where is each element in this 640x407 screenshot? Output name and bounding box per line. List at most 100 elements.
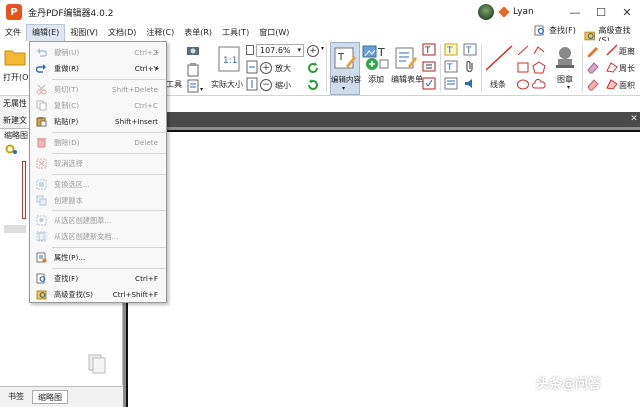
app-logo-icon: P [6, 4, 22, 20]
actual-size-label[interactable]: 实际大小 [211, 79, 243, 90]
menu-item-label: 重做(R) [54, 63, 79, 73]
line-icon[interactable] [484, 44, 514, 72]
menu-item-paste[interactable]: 粘贴(P) Shift+Insert [30, 114, 166, 129]
copy-icon [36, 100, 47, 111]
stamp-dropdown-arrow[interactable]: ▾ [567, 84, 570, 91]
attach-file-icon[interactable] [463, 60, 477, 73]
menu-item-create-stamp[interactable]: 从选区创建图章... [30, 213, 166, 228]
cloud-icon[interactable] [532, 78, 546, 91]
page-thumbnail[interactable] [22, 161, 26, 219]
menu-window[interactable]: 窗口(W) [254, 24, 294, 41]
clipboard-tool-icon[interactable] [186, 63, 200, 77]
tools-partial-label[interactable]: 工具 [166, 79, 182, 90]
menu-edit[interactable]: 编辑(E) [26, 24, 66, 41]
menu-item-shortcut: Ctrl+C [134, 101, 158, 110]
menu-item-shortcut: Ctrl+F [135, 274, 158, 283]
maximize-button[interactable]: ☐ [588, 0, 614, 24]
edit-form-icon[interactable] [394, 46, 418, 70]
edit-form-label[interactable]: 编辑表单 [391, 74, 423, 85]
menu-item-cut[interactable]: 剪切(T) Shift+Delete [30, 82, 166, 97]
menu-item-properties[interactable]: 属性(P)... [30, 250, 166, 265]
actual-size-icon[interactable]: 1:1 [216, 46, 242, 72]
distance-icon[interactable] [606, 44, 618, 56]
comment-box-icon[interactable] [444, 77, 458, 90]
perimeter-icon[interactable] [606, 61, 618, 73]
menu-item-create-document[interactable]: 从选区创建新文档... [30, 229, 166, 244]
tab-thumbnails[interactable]: 缩略图 [32, 390, 68, 404]
arrow-line-icon[interactable] [516, 44, 530, 57]
add-content-icon[interactable]: T [362, 44, 390, 72]
checkbox-field-icon[interactable] [422, 77, 436, 90]
add-label[interactable]: 添加 [368, 74, 384, 85]
pencil-icon[interactable] [586, 44, 600, 57]
perimeter-label[interactable]: 周长 [619, 63, 635, 74]
fit-visible-icon[interactable] [246, 77, 258, 91]
close-document-icon[interactable]: ✕ [628, 113, 640, 126]
callout-icon[interactable]: T [444, 60, 458, 73]
menu-item-delete[interactable]: 删除(D) Delete [30, 135, 166, 150]
menu-item-find[interactable]: 查找(F) Ctrl+F [30, 271, 166, 286]
find-menu-button[interactable]: 查找(F) [534, 25, 576, 36]
fit-page-icon[interactable] [246, 45, 254, 55]
zoom-in-label[interactable]: 放大 [275, 63, 291, 74]
rectangle-icon[interactable] [516, 61, 530, 74]
tool-dropdown-arrow[interactable]: ▾ [200, 86, 203, 93]
new-document-tab[interactable]: 新建文 [3, 115, 27, 126]
typewriter-icon[interactable]: T [444, 43, 458, 56]
clear-icon[interactable] [586, 78, 600, 91]
user-area[interactable]: Lyan [478, 4, 534, 20]
menu-item-undo[interactable]: 撤销(U) Ctrl+Z ▸ [30, 45, 166, 60]
ellipse-icon[interactable] [516, 78, 530, 91]
stamp-icon[interactable] [553, 45, 577, 69]
undo-icon [37, 48, 47, 57]
menu-item-redo[interactable]: 重做(R) Ctrl+Y ▸ [30, 61, 166, 76]
menu-item-advanced-find[interactable]: 高级查找(S) Ctrl+Shift+F [30, 287, 166, 302]
open-button-label[interactable]: 打开(O) [3, 72, 32, 83]
highlight-text-icon[interactable]: T [463, 43, 477, 56]
stamp-label[interactable]: 图章 [557, 74, 573, 85]
user-avatar[interactable] [478, 4, 494, 20]
find-icon [534, 25, 545, 36]
area-label[interactable]: 面积 [619, 80, 635, 91]
zoom-dropdown-arrow[interactable]: ▾ [321, 45, 324, 52]
tab-bookmarks[interactable]: 书签 [3, 390, 29, 404]
polyline-icon[interactable] [532, 44, 546, 57]
polygon-icon[interactable] [532, 61, 546, 74]
zoom-out-label[interactable]: 缩小 [275, 80, 291, 91]
edit-content-button[interactable]: T 编辑内容 ▾ [330, 42, 361, 95]
text-box-icon[interactable]: T [422, 43, 436, 56]
line-label[interactable]: 线条 [490, 79, 506, 90]
menu-document[interactable]: 文档(D) [103, 24, 141, 41]
page-tool-icon[interactable] [186, 79, 200, 93]
close-window-button[interactable]: ✕ [614, 0, 640, 24]
zoom-out-icon[interactable]: − [260, 79, 272, 91]
sound-icon[interactable] [463, 77, 477, 90]
menu-file[interactable]: 文件 [0, 24, 26, 41]
open-folder-icon[interactable] [4, 45, 26, 67]
zoom-in-icon[interactable]: + [307, 45, 319, 57]
thumbnail-settings-icon[interactable] [4, 143, 18, 155]
area-icon[interactable] [606, 78, 618, 90]
menu-item-label: 剪切(T) [54, 84, 79, 94]
menu-view[interactable]: 视图(V) [65, 24, 103, 41]
minimize-button[interactable]: — [562, 0, 588, 24]
distance-label[interactable]: 距离 [619, 46, 635, 57]
menu-comment[interactable]: 注释(C) [141, 24, 179, 41]
eraser-icon[interactable] [586, 61, 600, 74]
menu-item-deselect[interactable]: 取消选择 [30, 156, 166, 171]
rotate-clockwise-icon[interactable] [306, 61, 320, 75]
rotate-counterclockwise-icon[interactable] [306, 78, 320, 92]
menu-form[interactable]: 表单(R) [179, 24, 217, 41]
menu-tools[interactable]: 工具(T) [217, 24, 254, 41]
zoom-select[interactable]: 107.6% [256, 44, 304, 57]
text-field-icon[interactable] [422, 60, 436, 73]
fit-width-icon[interactable] [246, 60, 258, 74]
user-name[interactable]: Lyan [513, 7, 534, 17]
camera-icon[interactable] [186, 44, 200, 56]
menu-item-label: 从选区创建新文档... [54, 231, 119, 241]
pdf-page[interactable] [126, 130, 640, 407]
menu-item-create-copy[interactable]: 创建副本 [30, 193, 166, 208]
zoom-in-small-icon[interactable]: + [260, 62, 272, 74]
menu-item-transform-selection[interactable]: 变换选区... [30, 177, 166, 192]
menu-item-copy[interactable]: 复制(C) Ctrl+C [30, 98, 166, 113]
